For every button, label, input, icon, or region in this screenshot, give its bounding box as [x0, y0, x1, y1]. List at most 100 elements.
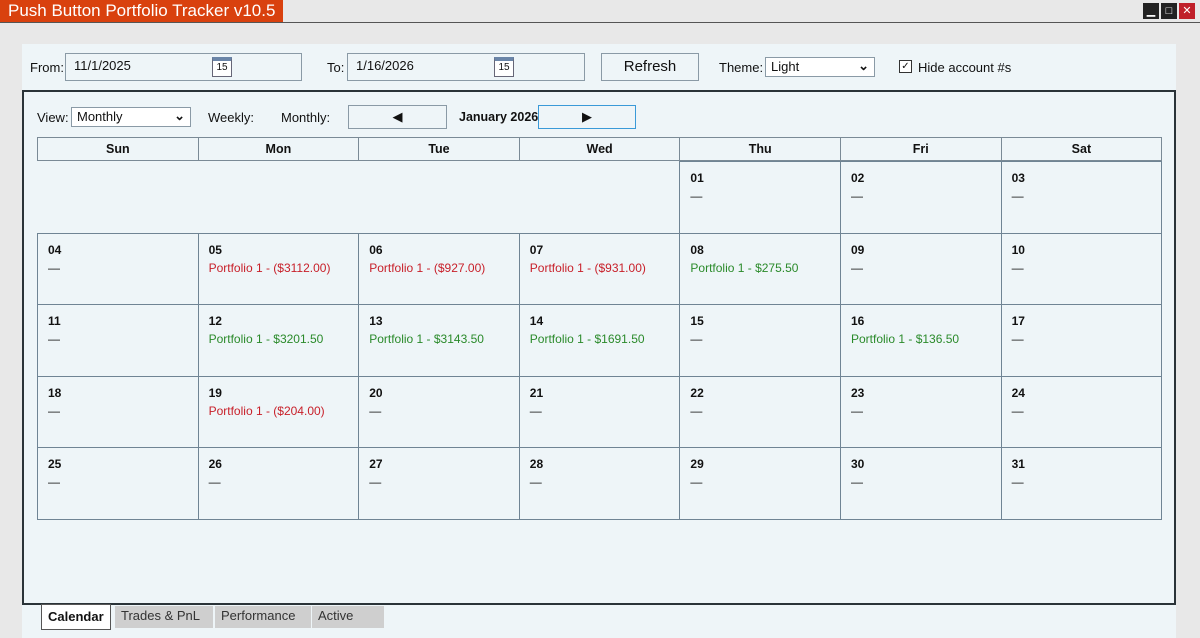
day-pnl: —: [851, 475, 863, 489]
day-pnl: —: [690, 332, 703, 346]
day-cell[interactable]: 01 —: [679, 161, 841, 234]
day-cell[interactable]: 30 —: [840, 447, 1002, 520]
day-number: 22: [690, 386, 704, 400]
day-cell[interactable]: 03 —: [1000, 161, 1163, 234]
day-pnl: —: [851, 189, 863, 203]
day-number: 28: [529, 457, 544, 471]
day-number: 12: [208, 314, 222, 328]
day-cell[interactable]: 04 —: [37, 233, 199, 306]
day-pnl: Portfolio 1 - $1691.50: [529, 332, 645, 346]
day-cell[interactable]: 23 —: [840, 376, 1002, 449]
day-number: 07: [529, 243, 544, 257]
day-number: 29: [690, 457, 704, 471]
day-cell[interactable]: 26 —: [197, 447, 360, 520]
day-number: 14: [529, 314, 544, 328]
hide-accounts-checkbox[interactable]: ✓: [899, 60, 912, 73]
hide-accounts-label: Hide account #s: [918, 60, 1012, 75]
day-cell[interactable]: 18 —: [37, 376, 199, 449]
day-number: 06: [369, 243, 383, 257]
maximize-button[interactable]: □: [1161, 3, 1177, 19]
weekday-header: Fri: [840, 137, 1002, 161]
day-cell[interactable]: 28 —: [518, 447, 681, 520]
tab-trades-pnl[interactable]: Trades & PnL: [115, 606, 213, 628]
day-pnl: —: [690, 189, 703, 203]
day-pnl: —: [529, 475, 542, 489]
day-cell[interactable]: 17 —: [1000, 304, 1163, 377]
calendar-icon[interactable]: 15: [494, 57, 514, 77]
window-title: Push Button Portfolio Tracker v10.5: [0, 0, 284, 22]
monthly-label: Monthly:: [281, 110, 331, 125]
day-cell[interactable]: 08 Portfolio 1 - $275.50: [679, 233, 841, 306]
day-cell[interactable]: 06 Portfolio 1 - ($927.00): [358, 233, 520, 306]
day-number: 04: [48, 243, 62, 257]
day-number: 03: [1011, 171, 1025, 185]
day-pnl: Portfolio 1 - ($931.00): [529, 261, 646, 275]
day-cell[interactable]: 13 Portfolio 1 - $3143.50: [358, 304, 520, 377]
day-number: 05: [208, 243, 222, 257]
day-cell[interactable]: 09 —: [840, 233, 1002, 306]
day-cell[interactable]: 25 —: [37, 447, 199, 520]
day-cell[interactable]: 24 —: [1000, 376, 1163, 449]
day-cell[interactable]: 07 Portfolio 1 - ($931.00): [518, 233, 681, 306]
day-cell[interactable]: 12 Portfolio 1 - $3201.50: [197, 304, 360, 377]
day-pnl: Portfolio 1 - $275.50: [690, 261, 799, 275]
day-pnl: —: [1011, 261, 1024, 275]
tab-active[interactable]: Active: [312, 606, 384, 628]
from-date-input[interactable]: 11/1/2025 15: [65, 53, 302, 81]
day-cell[interactable]: 16 Portfolio 1 - $136.50: [840, 304, 1002, 377]
day-cell[interactable]: 21 —: [518, 376, 681, 449]
view-select[interactable]: Monthly ⌄: [71, 107, 191, 127]
day-number: 21: [529, 386, 544, 400]
day-number: 26: [208, 457, 222, 471]
day-cell[interactable]: 10 —: [1000, 233, 1163, 306]
weekday-header: Thu: [679, 137, 841, 161]
weekly-label: Weekly:: [208, 110, 254, 125]
theme-value: Light: [771, 59, 800, 74]
day-cell[interactable]: 31 —: [1000, 447, 1163, 520]
day-pnl: —: [529, 404, 542, 418]
day-pnl: Portfolio 1 - ($3112.00): [208, 261, 331, 275]
day-cell[interactable]: 15 —: [679, 304, 841, 377]
refresh-button[interactable]: Refresh: [601, 53, 699, 81]
day-cell[interactable]: 20 —: [358, 376, 520, 449]
day-number: 01: [690, 171, 704, 185]
day-number: 16: [851, 314, 865, 328]
day-pnl: Portfolio 1 - $3143.50: [369, 332, 484, 346]
day-pnl: —: [369, 404, 382, 418]
close-button[interactable]: ✕: [1179, 3, 1195, 19]
tab-performance[interactable]: Performance: [215, 606, 311, 628]
day-number: 27: [369, 457, 383, 471]
day-number: 30: [851, 457, 865, 471]
day-pnl: —: [208, 475, 221, 489]
day-cell[interactable]: 05 Portfolio 1 - ($3112.00): [197, 233, 360, 306]
next-month-button[interactable]: ▶: [538, 105, 636, 129]
prev-month-button[interactable]: ◀: [348, 105, 447, 129]
day-cell[interactable]: 22 —: [679, 376, 841, 449]
minimize-button[interactable]: ▁: [1143, 3, 1159, 19]
day-number: 25: [48, 457, 62, 471]
theme-select[interactable]: Light ⌄: [765, 57, 875, 77]
day-number: 02: [851, 171, 865, 185]
day-cell[interactable]: 19 Portfolio 1 - ($204.00): [197, 376, 360, 449]
day-cell[interactable]: 27 —: [358, 447, 520, 520]
day-pnl: —: [851, 261, 863, 275]
chevron-down-icon: ⌄: [174, 108, 185, 123]
day-cell[interactable]: 14 Portfolio 1 - $1691.50: [518, 304, 681, 377]
day-number: 18: [48, 386, 62, 400]
day-cell[interactable]: 02 —: [840, 161, 1002, 234]
day-pnl: —: [48, 261, 60, 275]
weekday-header: Tue: [358, 137, 520, 161]
day-number: 17: [1011, 314, 1025, 328]
calendar-icon[interactable]: 15: [212, 57, 232, 77]
tab-calendar[interactable]: Calendar: [41, 604, 111, 630]
day-cell[interactable]: 29 —: [679, 447, 841, 520]
day-pnl: —: [1011, 332, 1024, 346]
day-pnl: Portfolio 1 - ($927.00): [369, 261, 486, 275]
theme-label: Theme:: [719, 60, 764, 75]
to-date-input[interactable]: 1/16/2026 15: [347, 53, 585, 81]
to-date-value: 1/16/2026: [356, 58, 414, 73]
day-cell[interactable]: 11 —: [37, 304, 199, 377]
day-number: 10: [1011, 243, 1025, 257]
weekday-header: Sat: [1000, 137, 1163, 161]
month-title: January 2026: [459, 110, 539, 124]
